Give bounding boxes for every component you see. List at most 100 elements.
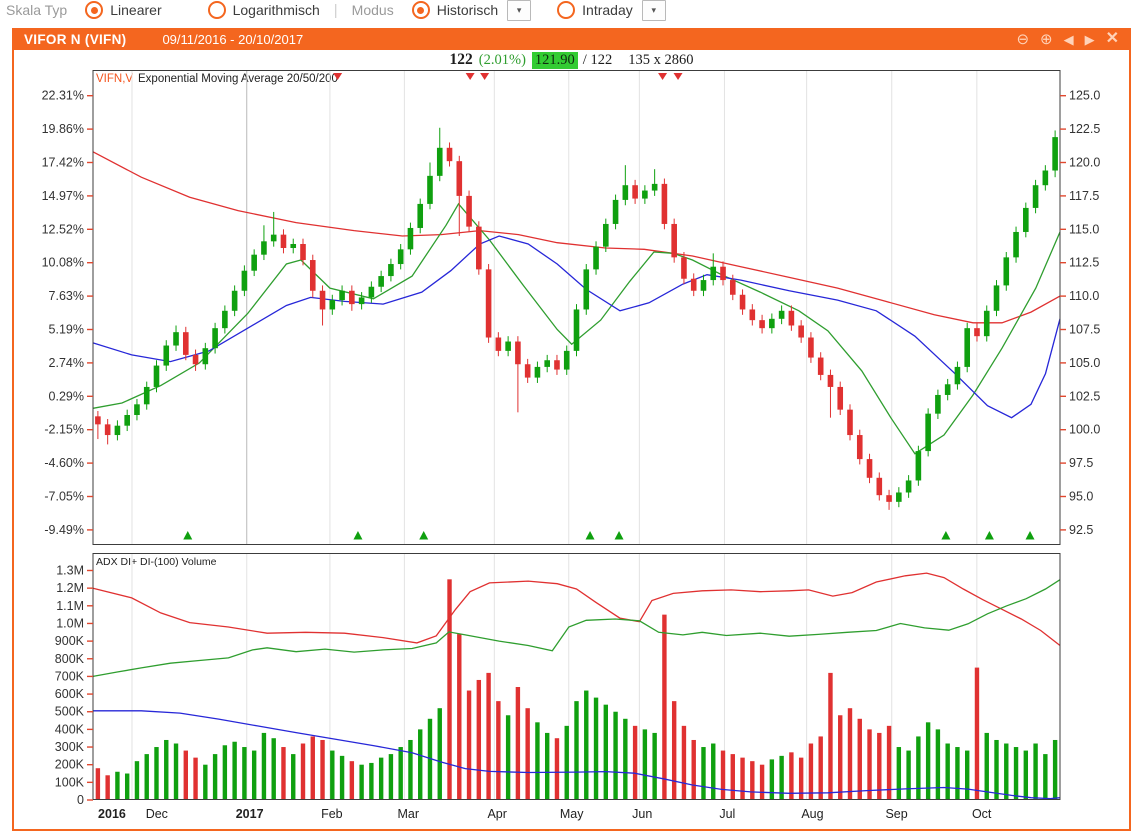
svg-text:112.5: 112.5	[1069, 256, 1099, 270]
svg-text:100K: 100K	[55, 775, 85, 789]
intraday-dropdown-button[interactable]: ▾	[641, 0, 666, 21]
candle-body	[700, 280, 707, 291]
scroll-right-icon[interactable]: ▶	[1085, 33, 1095, 46]
candle-body	[905, 480, 912, 493]
svg-text:110.0: 110.0	[1069, 289, 1099, 303]
scale-type-label: Skala Typ	[6, 2, 68, 18]
intraday-radio[interactable]	[557, 1, 576, 19]
logarithmic-radio-label[interactable]: Logarithmisch	[233, 2, 320, 18]
svg-text:105.0: 105.0	[1069, 356, 1100, 370]
svg-text:95.0: 95.0	[1069, 490, 1093, 504]
candle-body	[964, 328, 971, 367]
buy-arrow-icon	[1025, 531, 1035, 540]
candle-body	[134, 404, 140, 416]
linear-radio-label[interactable]: Linearer	[110, 2, 161, 18]
svg-text:122.5: 122.5	[1069, 122, 1100, 136]
candle-body	[309, 260, 316, 291]
buy-arrow-icon	[183, 531, 193, 540]
linear-radio[interactable]	[85, 1, 104, 19]
widget-titlebar: VIFOR N (VIFN) 09/11/2016 - 20/10/2017 ⊖…	[14, 28, 1129, 50]
candle-body	[749, 309, 756, 321]
candle-body	[603, 223, 609, 247]
historical-dropdown-button[interactable]: ▾	[507, 0, 532, 21]
candle-body	[915, 451, 922, 481]
buy-arrow-icon	[419, 531, 429, 540]
logarithmic-radio[interactable]	[207, 1, 226, 19]
svg-text:107.5: 107.5	[1069, 323, 1100, 337]
quote-change: (2.01%)	[478, 51, 526, 68]
bid-ask-size: 135 x 2860	[628, 51, 694, 68]
date-range: 09/11/2016 - 20/10/2017	[162, 31, 304, 47]
buy-arrow-icon	[353, 531, 363, 540]
candle-body	[280, 234, 287, 249]
svg-text:2017: 2017	[236, 807, 264, 821]
panel-borders	[92, 70, 1061, 800]
dropdown-caret-icon: ▾	[516, 4, 522, 15]
divider: |	[333, 1, 338, 19]
buy-arrow-icon	[585, 531, 595, 540]
svg-text:14.97%: 14.97%	[42, 189, 84, 203]
svg-text:100.0: 100.0	[1069, 423, 1100, 437]
svg-text:400K: 400K	[55, 722, 85, 736]
zoom-in-icon[interactable]: ⊕	[1040, 32, 1053, 47]
intraday-radio-label[interactable]: Intraday	[582, 2, 633, 18]
svg-text:500K: 500K	[55, 705, 85, 719]
candle-body	[866, 459, 873, 478]
candle-body	[124, 415, 130, 426]
signal-markers	[183, 73, 1035, 540]
candle-body	[339, 290, 345, 301]
last-price-badge: 121.90	[531, 51, 578, 69]
indicator-legend: ADX DI+ DI-(100) Volume	[96, 556, 217, 568]
svg-text:1.1M: 1.1M	[56, 599, 84, 613]
candle-body	[436, 147, 443, 176]
candle-body	[788, 310, 795, 326]
candle-body	[944, 384, 951, 395]
svg-text:700K: 700K	[55, 669, 85, 683]
candle-body	[573, 309, 580, 351]
candle-body	[720, 266, 726, 281]
quote-denominator: / 122	[582, 51, 613, 68]
candle-body	[856, 435, 863, 460]
svg-text:Mar: Mar	[397, 807, 419, 821]
candle-body	[1003, 257, 1010, 286]
svg-text:1.2M: 1.2M	[56, 581, 84, 595]
modus-label: Modus	[351, 2, 394, 18]
quote-price: 122	[449, 51, 473, 68]
svg-text:May: May	[560, 807, 584, 821]
candle-body	[593, 246, 599, 270]
candle-body	[388, 264, 394, 277]
month-labels: 2016 Dec 2017 Feb Mar Apr May Jun Jul Aug Sep Oct	[98, 807, 992, 821]
candle-body	[974, 328, 980, 337]
candle-body	[876, 477, 883, 496]
svg-text:-7.05%: -7.05%	[44, 490, 84, 504]
scroll-left-icon[interactable]: ◀	[1064, 33, 1074, 46]
candle-body	[417, 203, 424, 228]
dropdown-caret-icon: ▾	[651, 4, 657, 15]
historical-radio-label[interactable]: Historisch	[437, 2, 498, 18]
svg-text:Oct: Oct	[972, 807, 992, 821]
sell-arrow-icon	[673, 73, 683, 80]
candle-body	[407, 227, 414, 250]
svg-text:115.0: 115.0	[1069, 222, 1099, 236]
svg-text:22.31%: 22.31%	[42, 89, 84, 103]
svg-text:200K: 200K	[55, 758, 85, 772]
candle-body	[261, 241, 267, 255]
price-chart[interactable]: VIFN,V Exponential Moving Average 20/50/…	[14, 70, 1129, 830]
historical-radio[interactable]	[411, 1, 430, 19]
candle-body	[378, 276, 384, 287]
candle-body	[896, 492, 902, 502]
candle-body	[329, 300, 336, 310]
svg-text:900K: 900K	[55, 634, 85, 648]
candle-body	[808, 337, 814, 358]
candle-body	[456, 161, 463, 196]
close-icon[interactable]: ✕	[1106, 31, 1119, 47]
candle-body	[583, 269, 590, 310]
candle-body	[290, 243, 297, 249]
candle-body	[270, 234, 277, 242]
svg-text:92.5: 92.5	[1069, 523, 1093, 537]
candle-body	[153, 365, 160, 387]
candle-body	[349, 290, 355, 305]
svg-text:Jul: Jul	[719, 807, 735, 821]
zoom-out-icon[interactable]: ⊖	[1016, 32, 1029, 47]
svg-text:-4.60%: -4.60%	[44, 456, 84, 470]
